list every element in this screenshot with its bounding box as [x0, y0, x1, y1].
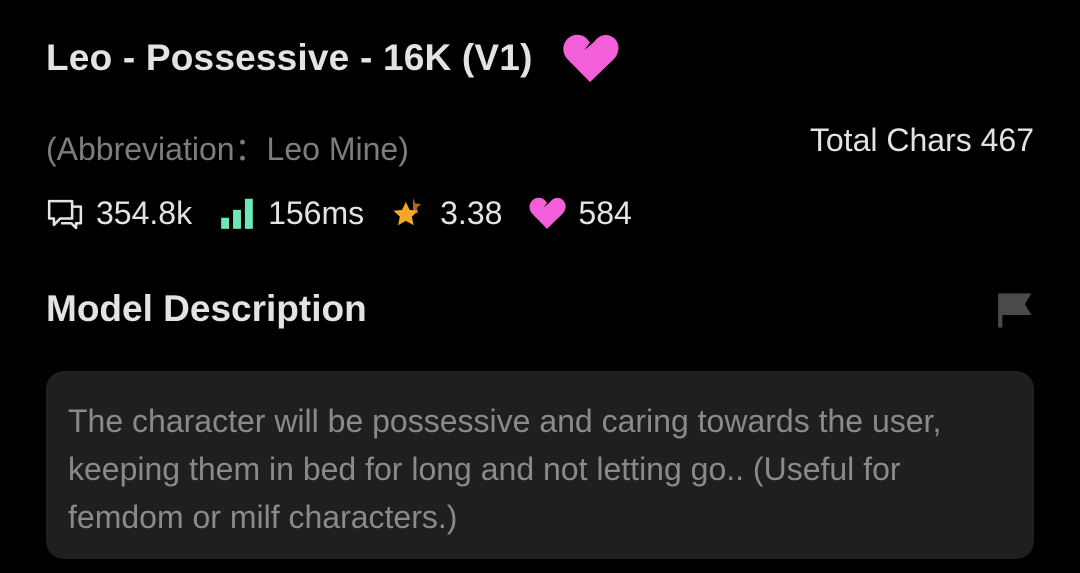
description-heading: Model Description: [46, 288, 367, 329]
star-icon: [393, 197, 422, 226]
stats-row: 354.8k 156ms 3.38 584: [46, 192, 658, 234]
model-title: Leo - Possessive - 16K (V1): [46, 37, 533, 78]
stat-latency: 156ms: [218, 194, 364, 232]
total-chars: Total Chars 467: [809, 122, 1034, 158]
flag-icon[interactable]: [994, 290, 1034, 330]
stat-favorites: 584: [528, 194, 632, 232]
chats-count: 354.8k: [96, 194, 193, 231]
model-detail-page: Leo - Possessive - 16K (V1) (Abbreviatio…: [0, 0, 1080, 573]
latency-value: 156ms: [268, 194, 365, 231]
title-row: Leo - Possessive - 16K (V1): [46, 30, 619, 86]
stat-rating: 3.38: [390, 194, 502, 232]
heart-icon: [529, 197, 567, 229]
description-text: The character will be possessive and car…: [68, 403, 942, 535]
rating-value: 3.38: [440, 194, 503, 231]
stat-chats: 354.8k: [46, 194, 192, 232]
model-abbreviation: (Abbreviation：Leo Mine): [46, 131, 409, 167]
favorites-count: 584: [578, 194, 632, 231]
chat-bubble-icon: [47, 199, 83, 230]
description-box: The character will be possessive and car…: [46, 371, 1034, 559]
signal-bars-icon: [221, 198, 253, 229]
favorite-heart-icon[interactable]: [561, 30, 619, 86]
